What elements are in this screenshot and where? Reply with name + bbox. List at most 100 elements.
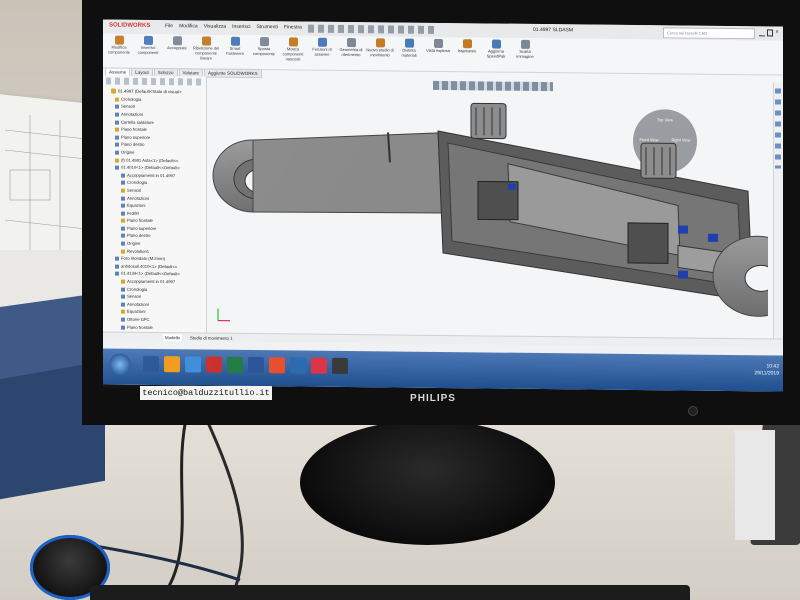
ribbon-button[interactable]: Ripetizione del componente lineare	[192, 36, 220, 68]
menu-finestra[interactable]: Finestra	[284, 24, 302, 31]
ribbon-button[interactable]: Smart Fasteners	[221, 36, 249, 69]
ribbon-button[interactable]: Istantanee	[453, 39, 481, 71]
menu-bar: File Modifica Visualizza Inserisci Strum…	[165, 23, 302, 31]
ribbon-button[interactable]: Scatta immagine	[511, 39, 539, 72]
menu-file[interactable]: File	[165, 23, 173, 30]
feature-icon	[121, 241, 125, 246]
ribbon-button[interactable]: Vista esplosa	[424, 38, 452, 71]
screen: SOLIDWORKS File Modifica Visualizza Inse…	[103, 19, 783, 392]
feature-icon	[121, 188, 125, 193]
taskbar-apps	[143, 355, 348, 375]
ie-icon[interactable]	[185, 356, 201, 373]
excel-icon[interactable]	[227, 356, 243, 373]
search-input[interactable]: Cerca nei tasselli CAD	[663, 27, 755, 40]
feature-manager-toolbar[interactable]	[106, 77, 201, 86]
pdf-icon[interactable]	[206, 356, 222, 373]
mate-icon	[172, 36, 182, 46]
tab-aggiunte[interactable]: Aggiunte SOLIDWORKS	[203, 68, 262, 79]
ribbon-button-label: Aggiorna SpeedPak	[486, 48, 506, 59]
feature-icon	[115, 256, 119, 261]
ribbon-button[interactable]: Aggiorna SpeedPak	[482, 39, 510, 71]
motion-study-icon	[375, 38, 385, 48]
tray-date: 29/11/2019	[754, 370, 779, 377]
ribbon-button[interactable]: Sposta componente	[250, 37, 278, 69]
tree-item-label: Cartella saldature	[121, 119, 154, 125]
smart-fasteners-icon	[230, 36, 240, 46]
feature-icon	[121, 287, 125, 292]
tree-item-label: Cronologia	[121, 96, 142, 102]
tree-item-label: Annotazioni	[127, 195, 149, 201]
close-icon[interactable]: ×	[775, 29, 781, 35]
menu-strumenti[interactable]: Strumenti	[256, 24, 277, 31]
tree-item[interactable]: Piano frontale	[121, 323, 205, 331]
feature-icon	[115, 104, 119, 109]
ribbon-button-label: Accoppiate	[167, 45, 187, 51]
tree-item-label: 01.4010<1> (Default<<Default>	[121, 164, 180, 171]
origin-triad	[217, 308, 230, 322]
quick-access-toolbar[interactable]	[308, 24, 438, 34]
feature-tree: Cronologia Sensori Annotazioni Cartella sal…	[115, 96, 205, 332]
tree-item-label: Equazioni	[127, 309, 146, 315]
tree-item-label: Accoppiamenti in 01.4997	[127, 278, 176, 285]
ribbon-button[interactable]: Nuovo studio di movimento	[366, 38, 394, 70]
feature-icon	[121, 211, 125, 216]
menu-inserisci[interactable]: Inserisci	[232, 24, 250, 31]
feature-icon	[115, 158, 119, 163]
ribbon-button-label: Inserisci componenti	[137, 44, 159, 56]
ribbon-button[interactable]: Modifica componente	[105, 35, 133, 67]
ribbon-button[interactable]: Funzioni di assieme	[308, 37, 336, 70]
tree-item-label: Piano superiore	[121, 134, 151, 140]
tree-item-label: Piano frontale	[127, 217, 153, 224]
bom-icon	[404, 38, 414, 48]
solidworks-logo: SOLIDWORKS	[109, 22, 151, 29]
menu-visualizza[interactable]: Visualizza	[204, 23, 226, 30]
exploded-view-icon	[433, 38, 443, 48]
tree-item-label: Origine	[121, 149, 135, 155]
linear-pattern-icon	[201, 36, 211, 46]
outlook-icon[interactable]	[269, 357, 285, 374]
menu-modifica[interactable]: Modifica	[179, 23, 198, 30]
move-component-icon	[259, 37, 269, 47]
powerpoint-icon[interactable]	[311, 357, 327, 374]
tree-item-label: Piano destro	[127, 233, 151, 239]
word-icon[interactable]	[248, 356, 264, 374]
feature-icon	[121, 249, 125, 254]
tree-item-label: 01.4134<1> (Default<<Default>	[121, 271, 180, 277]
tree-item-label: Sensori	[121, 104, 136, 110]
ribbon-button-label: Scatta immagine	[516, 48, 534, 59]
feature-icon	[121, 317, 125, 322]
maximize-icon[interactable]	[766, 29, 774, 37]
outlook-icon[interactable]	[290, 357, 306, 374]
tree-item-label: Piano superiore	[127, 225, 157, 231]
ribbon-button[interactable]: Accoppiate	[163, 36, 191, 68]
feature-icon	[121, 226, 125, 231]
start-button[interactable]	[109, 353, 131, 376]
minimize-icon[interactable]	[759, 29, 765, 37]
heads-up-toolbar[interactable]	[433, 80, 553, 92]
ribbon-button[interactable]: Mostra componenti nascosti	[279, 37, 307, 69]
power-button[interactable]	[688, 406, 698, 416]
feature-icon	[121, 310, 125, 315]
feature-icon	[121, 180, 125, 185]
keyboard-edge	[90, 585, 690, 600]
ribbon-button[interactable]: Geometria di riferimento	[337, 37, 365, 70]
firefox-icon[interactable]	[164, 356, 180, 373]
show-hidden-icon	[288, 37, 298, 47]
task-pane-icons[interactable]	[775, 88, 781, 169]
ribbon-button[interactable]: Inserisci componenti	[134, 35, 162, 68]
ribbon-button-label: Mostra componenti nascosti	[282, 46, 304, 62]
feature-icon	[115, 97, 119, 102]
tree-root[interactable]: 01.4997 (Default<Stato di visual>	[111, 88, 182, 96]
window-controls[interactable]: ×	[759, 29, 781, 37]
tree-item-label: anbdosull.4010<1> (Default<<	[121, 263, 178, 270]
ribbon-button[interactable]: Distinta materiali	[395, 38, 423, 70]
ribbon-button-label: Vista esplosa	[426, 47, 450, 54]
feature-icon	[121, 173, 125, 178]
explorer-icon[interactable]	[143, 355, 159, 373]
tree-item-label: Origine	[127, 240, 141, 246]
solidworks-icon[interactable]	[332, 357, 348, 375]
feature-icon	[115, 120, 119, 125]
feature-icon	[115, 112, 119, 117]
speedpak-icon	[491, 39, 501, 49]
tree-item-label: Cronologia	[127, 286, 148, 292]
